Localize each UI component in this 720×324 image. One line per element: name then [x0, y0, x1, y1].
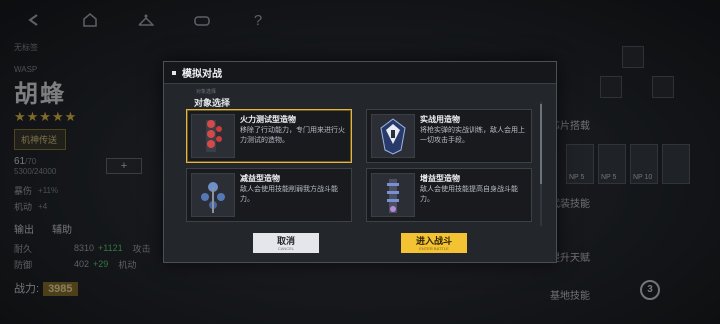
card-name: 实战用造物: [420, 115, 460, 124]
dialog-title: 模拟对战: [182, 69, 222, 80]
dialog-header: 模拟对战: [164, 62, 556, 84]
enter-label: 进入战斗: [415, 235, 452, 246]
card-description: 敌人会使用技能削弱我方战斗能力。: [240, 186, 338, 203]
target-card-buff[interactable]: 增益型造物 敌人会使用技能提高自身战斗能力。: [366, 168, 532, 222]
target-card-debuff[interactable]: 减益型造物 敌人会使用技能削弱我方战斗能力。: [186, 168, 352, 222]
cancel-sub-label: CANCEL: [277, 245, 295, 251]
card-name: 减益型造物: [240, 174, 280, 183]
debuff-drone-icon: [201, 182, 225, 213]
dialog-body: 对象选择 对象选择 火力测试型造物 移除了行动能力，专门用来进行火力测试的造物。: [178, 88, 548, 228]
card-name: 火力测试型造物: [240, 115, 296, 124]
card-thumbnail: [191, 173, 235, 217]
buff-pylon-icon: [387, 179, 399, 213]
enter-battle-button[interactable]: 进入战斗 ENTER BATTLE: [401, 233, 467, 253]
enter-sub-label: ENTER BATTLE: [419, 245, 449, 251]
simulation-battle-dialog: 模拟对战 对象选择 对象选择 火力测试型造物 移除了行动能力，专门用来进行火力测…: [163, 61, 557, 263]
cancel-button[interactable]: 取消 CANCEL: [253, 233, 319, 253]
header-square-icon: [172, 70, 176, 75]
card-description: 敌人会使用技能提高自身战斗能力。: [420, 186, 518, 203]
target-card-firepower[interactable]: 火力测试型造物 移除了行动能力，专门用来进行火力测试的造物。: [186, 109, 352, 163]
mecha-head-icon: [380, 118, 406, 155]
card-name: 增益型造物: [420, 174, 460, 183]
card-thumbnail: [191, 114, 235, 158]
card-description: 移除了行动能力，专门用来进行火力测试的造物。: [240, 127, 345, 144]
card-thumbnail: [371, 114, 415, 158]
card-thumbnail: [371, 173, 415, 217]
target-select-title: 对象选择: [194, 98, 231, 108]
cancel-label: 取消: [276, 235, 295, 246]
subtitle-tiny: 对象选择: [196, 89, 217, 95]
card-description: 将枪实弹的实战训练，敌人会用上一切攻击手段。: [420, 127, 525, 144]
target-card-combat[interactable]: 实战用造物 将枪实弹的实战训练，敌人会用上一切攻击手段。: [366, 109, 532, 163]
list-scrollbar-thumb[interactable]: [540, 104, 542, 184]
target-dummy-icon: [206, 120, 222, 152]
